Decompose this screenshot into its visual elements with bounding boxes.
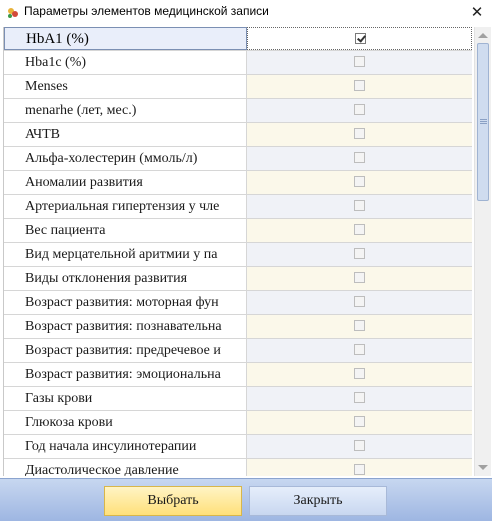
row-checkbox-cell[interactable]	[247, 171, 472, 194]
row-checkbox-cell[interactable]	[247, 459, 472, 476]
scrollbar-thumb[interactable]	[477, 43, 489, 201]
row-checkbox[interactable]	[354, 200, 365, 211]
row-checkbox-cell[interactable]	[247, 75, 472, 98]
row-label: Диастолическое давление	[4, 459, 247, 476]
row-checkbox[interactable]	[354, 56, 365, 67]
row-checkbox-cell[interactable]	[247, 99, 472, 122]
row-checkbox[interactable]	[354, 152, 365, 163]
row-label: HbA1 (%)	[4, 27, 247, 50]
row-checkbox[interactable]	[354, 368, 365, 379]
row-checkbox-cell[interactable]	[247, 387, 472, 410]
row-checkbox-cell[interactable]	[247, 363, 472, 386]
row-checkbox-cell[interactable]	[247, 27, 472, 50]
row-checkbox-cell[interactable]	[247, 243, 472, 266]
row-label: Вид мерцательной аритмии у па	[4, 243, 247, 266]
row-checkbox-cell[interactable]	[247, 291, 472, 314]
window-title: Параметры элементов медицинской записи	[24, 4, 269, 18]
row-checkbox[interactable]	[354, 440, 365, 451]
row-label: Возраст развития: эмоциональна	[4, 363, 247, 386]
table-row[interactable]: Аномалии развития	[4, 171, 472, 195]
row-label: Глюкоза крови	[4, 411, 247, 434]
table-row[interactable]: Артериальная гипертензия у чле	[4, 195, 472, 219]
row-checkbox[interactable]	[355, 33, 366, 44]
row-checkbox-cell[interactable]	[247, 123, 472, 146]
row-checkbox-cell[interactable]	[247, 195, 472, 218]
row-checkbox-cell[interactable]	[247, 411, 472, 434]
row-checkbox[interactable]	[354, 416, 365, 427]
select-button[interactable]: Выбрать	[104, 486, 242, 516]
row-checkbox-cell[interactable]	[247, 435, 472, 458]
row-label: Виды отклонения развития	[4, 267, 247, 290]
row-checkbox[interactable]	[354, 176, 365, 187]
row-label: Газы крови	[4, 387, 247, 410]
row-checkbox[interactable]	[354, 392, 365, 403]
table-row[interactable]: Вес пациента	[4, 219, 472, 243]
table-row[interactable]: Возраст развития: предречевое и	[4, 339, 472, 363]
row-label: Вес пациента	[4, 219, 247, 242]
title-bar: Параметры элементов медицинской записи ✕	[0, 0, 492, 26]
row-label: АЧТВ	[4, 123, 247, 146]
row-checkbox[interactable]	[354, 272, 365, 283]
table-row[interactable]: АЧТВ	[4, 123, 472, 147]
row-checkbox[interactable]	[354, 128, 365, 139]
table-row[interactable]: Год начала инсулинотерапии	[4, 435, 472, 459]
vertical-scrollbar[interactable]	[474, 27, 491, 476]
table-row[interactable]: Hba1c (%)	[4, 51, 472, 75]
table-row[interactable]: Menses	[4, 75, 472, 99]
row-checkbox-cell[interactable]	[247, 219, 472, 242]
row-label: menarhe (лет, мес.)	[4, 99, 247, 122]
table-row[interactable]: menarhe (лет, мес.)	[4, 99, 472, 123]
table-row[interactable]: Вид мерцательной аритмии у па	[4, 243, 472, 267]
row-label: Альфа-холестерин (ммоль/л)	[4, 147, 247, 170]
row-checkbox-cell[interactable]	[247, 267, 472, 290]
table-row[interactable]: Возраст развития: познавательна	[4, 315, 472, 339]
parameters-grid: HbA1 (%) Hba1c (%) Menses menarhe (лет, мес…	[3, 27, 472, 476]
row-label: Hba1c (%)	[4, 51, 247, 74]
row-label: Артериальная гипертензия у чле	[4, 195, 247, 218]
scroll-up-arrow-icon[interactable]	[478, 33, 488, 38]
close-icon: ✕	[470, 3, 484, 21]
close-button[interactable]: Закрыть	[249, 486, 387, 516]
row-checkbox[interactable]	[354, 464, 365, 475]
row-checkbox[interactable]	[354, 344, 365, 355]
row-checkbox[interactable]	[354, 320, 365, 331]
row-label: Возраст развития: познавательна	[4, 315, 247, 338]
row-label: Возраст развития: предречевое и	[4, 339, 247, 362]
row-label: Год начала инсулинотерапии	[4, 435, 247, 458]
row-checkbox-cell[interactable]	[247, 339, 472, 362]
row-checkbox-cell[interactable]	[247, 51, 472, 74]
row-checkbox[interactable]	[354, 104, 365, 115]
row-label: Аномалии развития	[4, 171, 247, 194]
table-row[interactable]: Глюкоза крови	[4, 411, 472, 435]
table-row[interactable]: Альфа-холестерин (ммоль/л)	[4, 147, 472, 171]
table-row[interactable]: Виды отклонения развития	[4, 267, 472, 291]
row-checkbox[interactable]	[354, 80, 365, 91]
row-checkbox-cell[interactable]	[247, 315, 472, 338]
scroll-down-arrow-icon[interactable]	[478, 465, 488, 470]
app-icon	[8, 8, 18, 18]
row-label: Menses	[4, 75, 247, 98]
table-row[interactable]: Возраст развития: моторная фун	[4, 291, 472, 315]
row-checkbox-cell[interactable]	[247, 147, 472, 170]
footer-bar: Выбрать Закрыть	[0, 478, 492, 521]
table-row[interactable]: HbA1 (%)	[4, 27, 472, 51]
row-checkbox[interactable]	[354, 224, 365, 235]
table-row[interactable]: Газы крови	[4, 387, 472, 411]
row-label: Возраст развития: моторная фун	[4, 291, 247, 314]
row-checkbox[interactable]	[354, 296, 365, 307]
close-window-button[interactable]: ✕	[462, 0, 492, 26]
row-checkbox[interactable]	[354, 248, 365, 259]
table-row[interactable]: Возраст развития: эмоциональна	[4, 363, 472, 387]
table-row[interactable]: Диастолическое давление	[4, 459, 472, 476]
